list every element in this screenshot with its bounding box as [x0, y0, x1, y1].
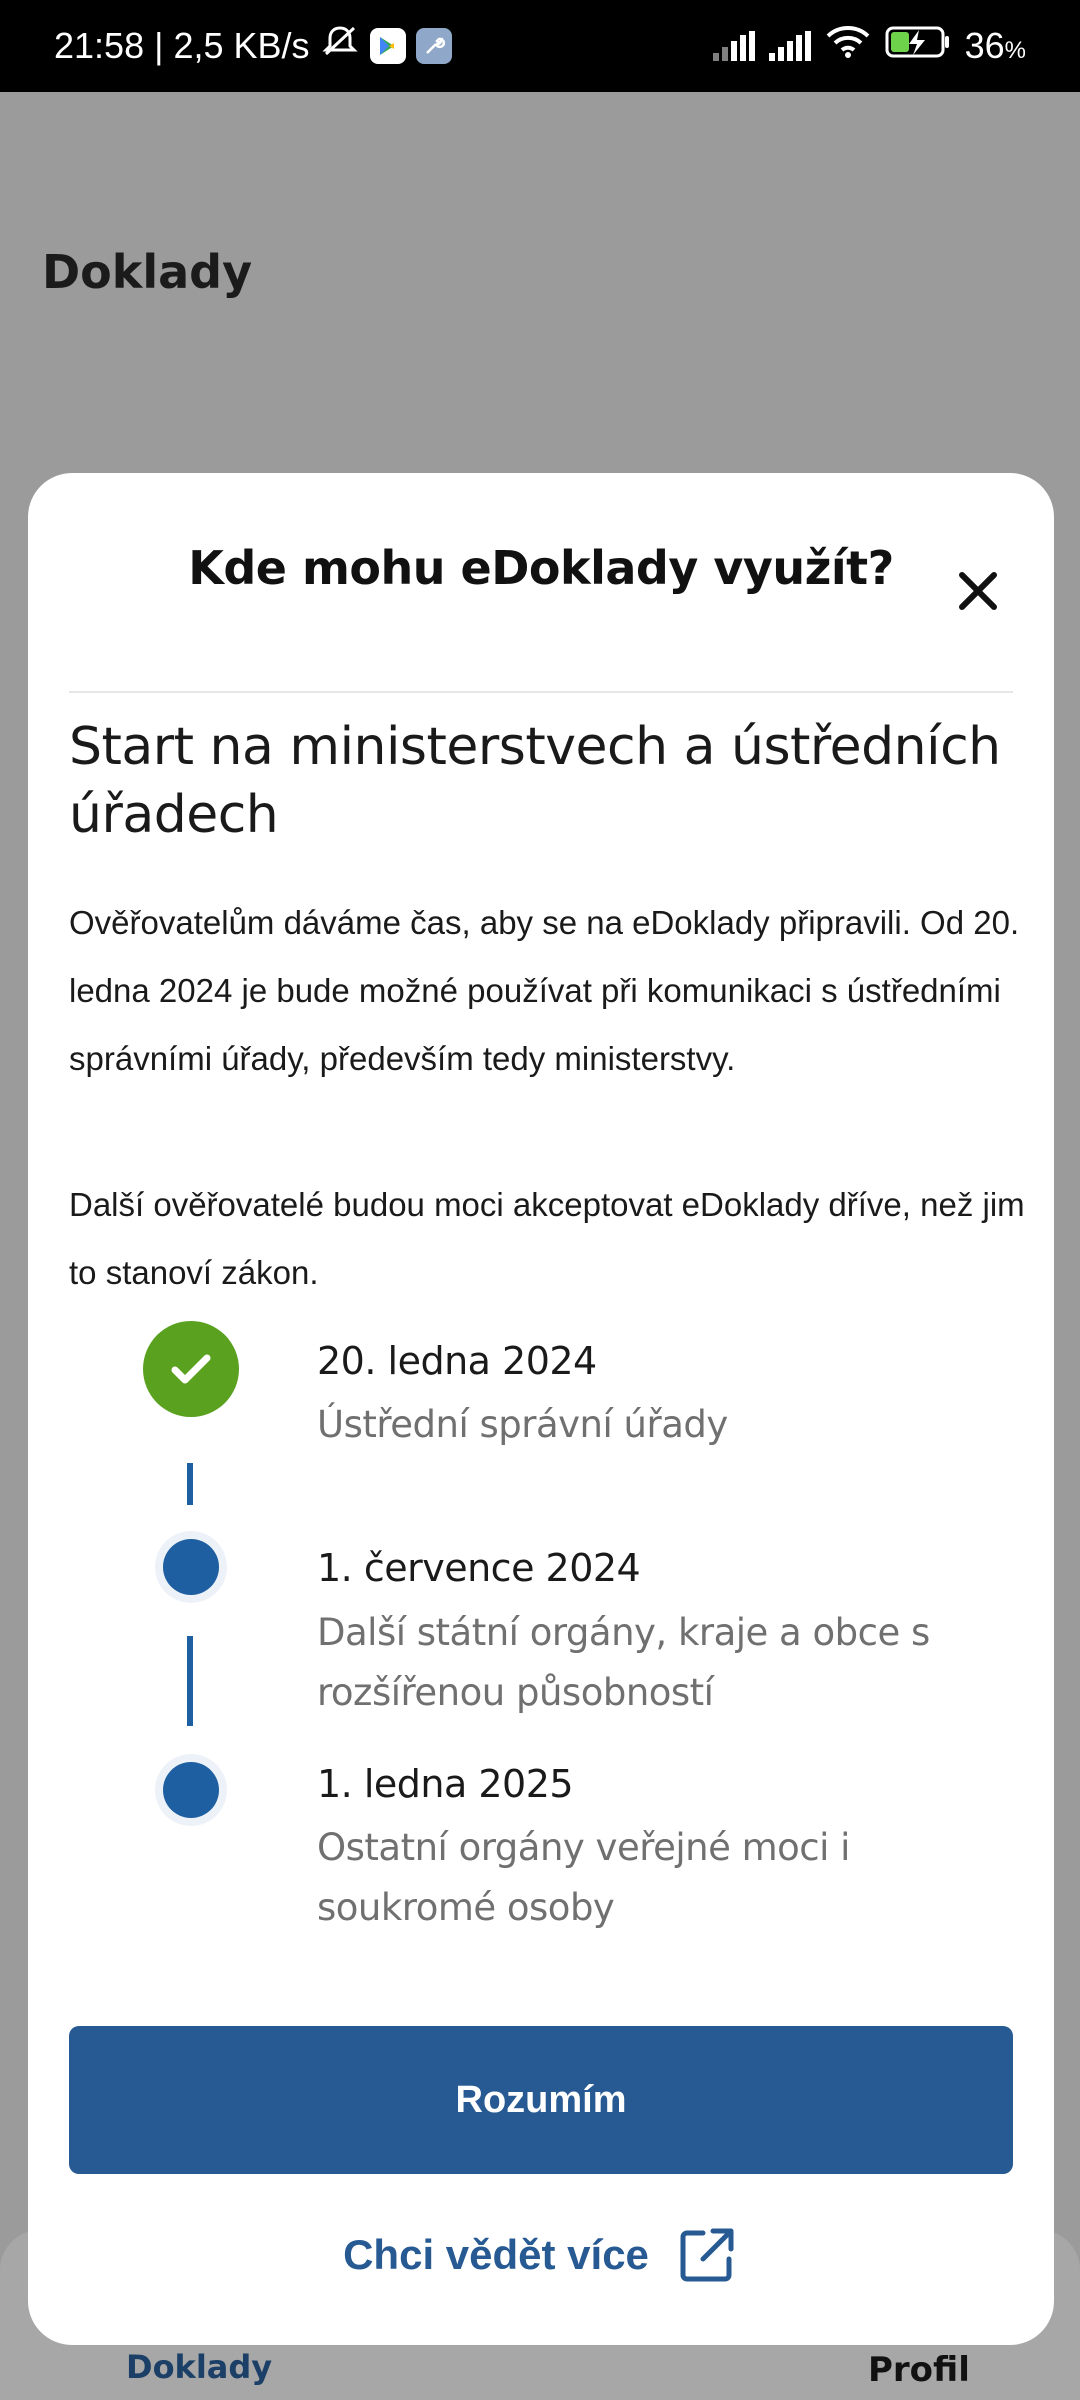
external-link-icon — [680, 2228, 734, 2282]
close-button[interactable] — [948, 561, 1008, 621]
play-store-icon — [369, 28, 406, 64]
timeline-description: Ostatní orgány veřejné moci i soukromé o… — [317, 1826, 850, 1929]
timeline-step-dot — [163, 1762, 219, 1818]
sheet-title: Kde mohu eDoklady využít? — [188, 541, 894, 595]
signal-icon-2 — [768, 31, 811, 61]
page-title: Doklady — [42, 245, 253, 299]
battery-unit: % — [1004, 37, 1026, 64]
section-heading: Start na ministerstvech a ústředních úřa… — [69, 717, 1001, 845]
understand-button[interactable]: Rozumím — [69, 2026, 1013, 2174]
signal-icon — [712, 31, 755, 61]
timeline-date: 1. července 2024 — [317, 1546, 641, 1590]
timeline-description: Ústřední správní úřady — [317, 1403, 728, 1446]
learn-more-link[interactable]: Chci vědět více — [28, 2223, 1054, 2287]
info-bottom-sheet: Kde mohu eDoklady využít? Start na minis… — [28, 473, 1054, 2345]
battery-charging-icon — [885, 25, 951, 68]
timeline-date: 20. ledna 2024 — [317, 1339, 597, 1383]
timeline-date: 1. ledna 2025 — [317, 1762, 574, 1806]
timeline-description: Další státní orgány, kraje a obce s rozš… — [317, 1611, 930, 1714]
timeline-step-done — [143, 1321, 239, 1417]
divider — [69, 691, 1013, 693]
wrench-icon — [415, 28, 452, 64]
status-bar: 21:58 | 2,5 KB/s 36% — [0, 0, 1080, 92]
learn-more-label: Chci vědět více — [343, 2231, 649, 2278]
mute-icon — [320, 24, 360, 69]
timeline-connector — [187, 1636, 193, 1726]
paragraph-other-verifiers: Další ověřovatelé budou moci akceptovat … — [69, 1186, 1025, 1291]
timeline-connector — [187, 1463, 193, 1505]
wifi-icon — [825, 25, 871, 68]
paragraph-intro: Ověřovatelům dáváme čas, aby se na eDokl… — [69, 904, 1020, 1077]
timeline-step-dot — [163, 1539, 219, 1595]
status-time: 21:58 | 2,5 KB/s — [54, 25, 310, 66]
check-icon — [171, 1354, 211, 1384]
close-icon — [959, 572, 997, 610]
nav-item-profil[interactable]: Profil — [868, 2350, 970, 2390]
battery-percent: 36 — [964, 25, 1005, 66]
nav-item-doklady[interactable]: Doklady — [126, 2348, 272, 2386]
